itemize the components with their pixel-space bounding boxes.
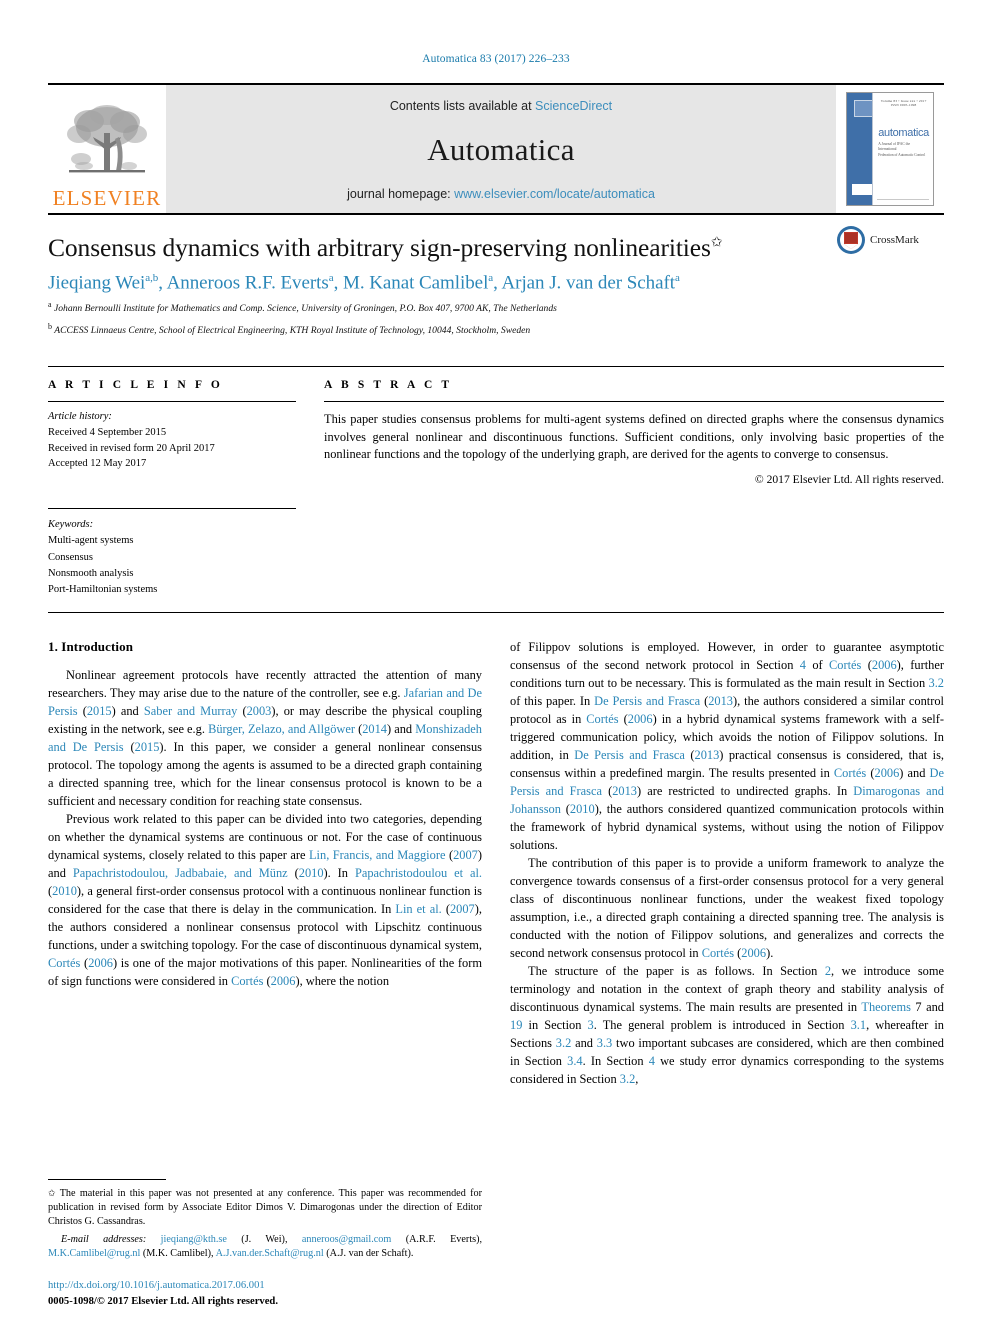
cover-subtitle: A Journal of IFAC the International Fede… — [878, 142, 929, 158]
header-bottom-divider — [48, 612, 944, 614]
title-footnote-marker: ✩ — [710, 235, 723, 251]
paragraph-text: Nonlinear agreement protocols have recen… — [48, 668, 482, 809]
affiliation-1-text: Johann Bernoulli Institute for Mathemati… — [53, 303, 557, 315]
journal-masthead: ELSEVIER Contents lists available at Sci… — [48, 83, 944, 213]
paper-page: Automatica 83 (2017) 226–233 ELSEVIER Co… — [0, 0, 992, 1323]
contents-available-line: Contents lists available at ScienceDirec… — [390, 99, 612, 113]
article-info-column: A R T I C L E I N F O Article history: R… — [48, 379, 296, 598]
article-history: Article history: Received 4 September 20… — [48, 409, 296, 472]
crossmark-label: CrossMark — [870, 234, 919, 246]
doi-copyright-block: http://dx.doi.org/10.1016/j.automatica.2… — [48, 1278, 482, 1309]
body-right-column: of Filippov solutions is employed. Howev… — [510, 639, 944, 1209]
paragraph-text: The contribution of this paper is to pro… — [510, 856, 944, 961]
crossmark-badge[interactable]: CrossMark — [836, 225, 944, 255]
page-title: Consensus dynamics with arbitrary sign-p… — [48, 233, 824, 263]
email-link-vanderschaft[interactable]: A.J.van.der.Schaft@rug.nl — [216, 1248, 324, 1259]
journal-homepage-line: journal homepage: www.elsevier.com/locat… — [347, 187, 655, 201]
footnote-note-text: The material in this paper was not prese… — [48, 1187, 482, 1227]
cover-right-panel: Volume 83 • Issue xxx • 2017 ISSN 0005-1… — [872, 93, 933, 205]
masthead-center: Contents lists available at ScienceDirec… — [166, 85, 836, 213]
abstract-heading: A B S T R A C T — [324, 379, 453, 391]
keyword-item: Nonsmooth analysis — [48, 567, 134, 579]
email-owner-wei: (J. Wei) — [241, 1233, 285, 1245]
cover-divider — [877, 199, 929, 200]
email-link-everts[interactable]: anneroos@gmail.com — [302, 1234, 391, 1245]
keyword-item: Multi-agent systems — [48, 535, 134, 547]
homepage-prefix: journal homepage: — [347, 187, 455, 201]
footnotes-block: ✩ The material in this paper was not pre… — [48, 1172, 482, 1261]
email-owner-camlibel: (M.K. Camlibel) — [142, 1247, 212, 1259]
email-owner-everts: (A.R.F. Everts) — [405, 1233, 480, 1245]
affiliation-2: b ACCESS Linnaeus Centre, School of Elec… — [48, 321, 944, 338]
footnote-emails: E-mail addresses: jieqiang@kth.se (J. We… — [48, 1233, 483, 1259]
cover-subtitle-line1: A Journal of IFAC the International — [878, 142, 911, 152]
title-text: Consensus dynamics with arbitrary sign-p… — [48, 233, 711, 262]
footnote-star-marker: ✩ — [48, 1187, 56, 1198]
footnote-divider — [48, 1178, 166, 1180]
body-columns: 1. Introduction Nonlinear agreement prot… — [48, 639, 944, 1209]
running-head: Automatica 83 (2017) 226–233 — [422, 53, 570, 65]
journal-cover-thumbnail: Volume 83 • Issue xxx • 2017 ISSN 0005-1… — [836, 85, 944, 213]
keyword-item: Consensus — [48, 551, 93, 563]
abstract-column: A B S T R A C T This paper studies conse… — [324, 379, 944, 598]
section-heading-introduction: 1. Introduction — [48, 639, 134, 655]
doi-link[interactable]: http://dx.doi.org/10.1016/j.automatica.2… — [48, 1278, 482, 1293]
keywords-block: Keywords: Multi-agent systems Consensus … — [48, 508, 296, 598]
keyword-item: Port-Hamiltonian systems — [48, 584, 158, 596]
affiliation-1: a Johann Bernoulli Institute for Mathema… — [48, 299, 944, 316]
cover-subtitle-line2: Federation of Automatic Control — [878, 152, 926, 157]
article-info-heading: A R T I C L E I N F O — [48, 379, 223, 391]
paragraph-text: The structure of the paper is as follows… — [510, 964, 945, 1086]
contents-prefix: Contents lists available at — [389, 99, 536, 113]
footnote-star-note: ✩ The material in this paper was not pre… — [48, 1187, 482, 1229]
keywords-heading: Keywords: — [48, 519, 94, 530]
body-left-column: 1. Introduction Nonlinear agreement prot… — [48, 639, 482, 1209]
journal-title: Automatica — [427, 132, 575, 167]
paragraph: The structure of the paper is as follows… — [510, 963, 944, 1089]
paragraph: Nonlinear agreement protocols have recen… — [48, 667, 482, 811]
abstract-text: This paper studies consensus problems fo… — [324, 412, 944, 462]
paragraph: of Filippov solutions is employed. Howev… — [510, 639, 944, 855]
author-list[interactable]: Jieqiang Weia,b, Anneroos R.F. Evertsa, … — [48, 272, 944, 294]
cover-image: Volume 83 • Issue xxx • 2017 ISSN 0005-1… — [846, 92, 934, 206]
elsevier-tree-icon — [67, 105, 147, 173]
elsevier-logo: ELSEVIER — [48, 85, 166, 213]
emails-label: E-mail addresses: — [61, 1233, 147, 1245]
cover-issue-line: Volume 83 • Issue xxx • 2017 ISSN 0005-1… — [880, 99, 927, 107]
info-abstract-section: A R T I C L E I N F O Article history: R… — [48, 366, 944, 598]
cover-left-panel — [847, 93, 876, 205]
paragraph-text: Previous work related to this paper can … — [48, 812, 483, 989]
article-title-block: Consensus dynamics with arbitrary sign-p… — [48, 213, 944, 338]
email-owner-vanderschaft: (A.J. van der Schaft) — [326, 1247, 411, 1259]
email-link-camlibel[interactable]: M.K.Camlibel@rug.nl — [48, 1248, 140, 1259]
affiliation-mark-b: b — [48, 322, 52, 332]
abstract-copyright: © 2017 Elsevier Ltd. All rights reserved… — [754, 472, 944, 486]
elsevier-wordmark: ELSEVIER — [52, 186, 162, 210]
history-item-accepted: Accepted 12 May 2017 — [48, 458, 147, 470]
affiliation-mark-a: a — [48, 300, 52, 310]
email-link-wei[interactable]: jieqiang@kth.se — [161, 1234, 227, 1245]
cover-journal-title: automatica — [878, 127, 929, 139]
affiliation-2-text: ACCESS Linnaeus Centre, School of Electr… — [54, 325, 531, 337]
cover-top-icon — [854, 100, 873, 117]
crossmark-icon — [837, 226, 865, 254]
article-history-heading: Article history: — [48, 411, 112, 422]
issn-copyright-line: 0005-1098/© 2017 Elsevier Ltd. All right… — [48, 1295, 278, 1307]
paragraph-text: of Filippov solutions is employed. Howev… — [510, 640, 945, 853]
history-item-received: Received 4 September 2015 — [48, 426, 167, 438]
sciencedirect-link[interactable]: ScienceDirect — [535, 99, 612, 113]
journal-homepage-link[interactable]: www.elsevier.com/locate/automatica — [454, 187, 655, 201]
article-info-divider — [48, 401, 296, 402]
paragraph: Previous work related to this paper can … — [48, 811, 482, 991]
paragraph: The contribution of this paper is to pro… — [510, 855, 944, 963]
history-item-revised: Received in revised form 20 April 2017 — [48, 442, 215, 454]
abstract-divider — [324, 401, 944, 402]
